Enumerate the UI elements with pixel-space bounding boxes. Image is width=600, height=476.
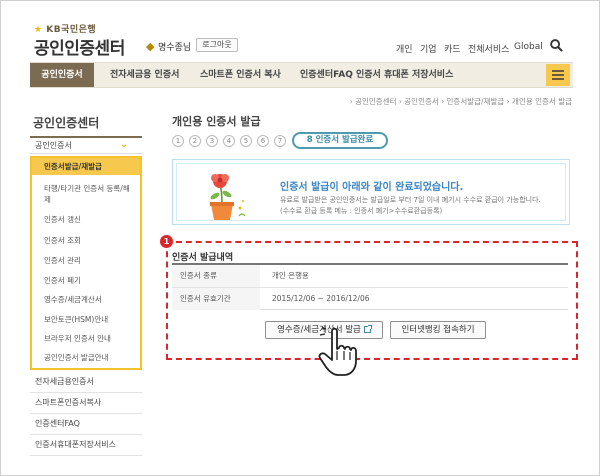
sidebar-sub-item-revoke[interactable]: 인증서 폐기: [44, 275, 81, 286]
util-link-business[interactable]: 기업: [420, 42, 437, 55]
step-4: 4: [223, 135, 235, 147]
table-row: 인증서 유효기간 2015/12/06 ~ 2016/12/06: [172, 287, 568, 310]
nav-item-cert[interactable]: 공인인증서: [30, 63, 94, 87]
sidebar-sub-item-hsm[interactable]: 보안토큰(HSM)안내: [44, 314, 108, 325]
main-nav: 공인인증서 전자세금용 인증서 스마트폰 인증서 복사 인증센터FAQ 인증서 …: [30, 62, 573, 88]
sidebar-item-faq[interactable]: 인증센터FAQ: [30, 414, 142, 435]
sidebar-item-tax-cert[interactable]: 전자세금용인증서: [30, 372, 142, 393]
sidebar-item-phone-storage[interactable]: 인증서휴대폰저장서비스: [30, 435, 142, 456]
notice-title: 인증서 발급이 아래와 같이 완료되었습니다.: [280, 182, 464, 193]
section-title: 인증서 발급내역: [172, 253, 234, 263]
step-3: 3: [206, 135, 218, 147]
step-current: 8 인증서 발급완료: [292, 132, 388, 149]
internet-banking-button[interactable]: 인터넷뱅킹 접속하기: [390, 321, 486, 339]
step-marker-badge: 1: [160, 235, 173, 248]
sidebar-sub-item-receipt[interactable]: 영수증/세금계산서: [44, 294, 102, 305]
notice-line-1: 유료로 발급받은 공인인증서는 발급일로 부터 7일 이내 폐기시 수수료 환급…: [280, 196, 541, 204]
sidebar-sub-item-register[interactable]: 타행/타기관 인증서 등록/해제: [44, 183, 136, 205]
logout-button[interactable]: 로그아웃: [196, 38, 238, 52]
search-icon[interactable]: [550, 39, 563, 52]
flower-pot-icon: [210, 174, 246, 220]
step-7: 7: [274, 135, 286, 147]
step-6: 6: [257, 135, 269, 147]
header: ★ KB국민은행 공인인증센터 ◆ 명수종님 로그아웃 개인 기업 카드 전체서…: [0, 0, 600, 62]
user-name: 명수종님: [158, 43, 192, 53]
chevron-down-icon[interactable]: ⌄: [120, 139, 128, 150]
sidebar-item-smartphone-copy[interactable]: 스마트폰인증서복사: [30, 393, 142, 414]
table-row: 인증서 종류 개인 은행용: [172, 265, 568, 287]
nav-item-tax-cert[interactable]: 전자세금용 인증서: [110, 63, 179, 87]
sidebar-sub-item-renew[interactable]: 인증서 갱신: [44, 214, 81, 225]
page-title: 개인용 인증서 발급: [172, 115, 261, 128]
step-1: 1: [172, 135, 184, 147]
nav-item-phone-storage[interactable]: 인증서 휴대폰 저장서비스: [356, 63, 453, 87]
detail-label-validity: 인증서 유효기간: [172, 288, 260, 310]
user-icon: ◆: [146, 40, 155, 53]
step-5: 5: [240, 135, 252, 147]
sidebar-sub-item-lookup[interactable]: 인증서 조회: [44, 235, 81, 246]
detail-value-type: 개인 은행용: [272, 271, 309, 280]
detail-label-type: 인증서 종류: [172, 265, 260, 287]
hand-cursor-icon: [318, 327, 357, 376]
step-2: 2: [189, 135, 201, 147]
util-link-card[interactable]: 카드: [444, 42, 461, 55]
sidebar-sub-item-browser[interactable]: 브라우저 인증서 안내: [44, 333, 111, 344]
sidebar-sub-item-manage[interactable]: 인증서 관리: [44, 255, 81, 266]
sidebar-sub-item-issue[interactable]: 인증서발급/재발급: [32, 158, 140, 175]
hamburger-icon[interactable]: [546, 64, 570, 86]
nav-item-smartphone-copy[interactable]: 스마트폰 인증서 복사: [200, 63, 281, 87]
issuance-detail-table: 인증서 종류 개인 은행용 인증서 유효기간 2015/12/06 ~ 2016…: [172, 263, 568, 310]
breadcrumb: › 공인인증센터 › 공인인증서 › 인증서발급/재발급 › 개인용 인증서 발…: [349, 97, 572, 106]
notice-line-2: (수수료 환급 등록 메뉴 : 인증서 폐기>수수료환급등록): [280, 207, 443, 215]
nav-item-faq[interactable]: 인증센터FAQ: [300, 63, 353, 87]
sidebar-submenu: 인증서발급/재발급 타행/타기관 인증서 등록/해제 인증서 갱신 인증서 조회…: [30, 156, 142, 370]
sidebar-title: 공인인증센터: [33, 116, 100, 130]
util-link-personal[interactable]: 개인: [396, 42, 413, 55]
detail-value-validity: 2015/12/06 ~ 2016/12/06: [272, 294, 370, 303]
sidebar-sub-item-guide[interactable]: 공인인증서 발급안내: [44, 352, 108, 363]
util-link-all-services[interactable]: 전체서비스: [468, 42, 509, 55]
util-link-global[interactable]: Global: [514, 42, 543, 52]
site-title[interactable]: 공인인증센터: [34, 34, 125, 59]
